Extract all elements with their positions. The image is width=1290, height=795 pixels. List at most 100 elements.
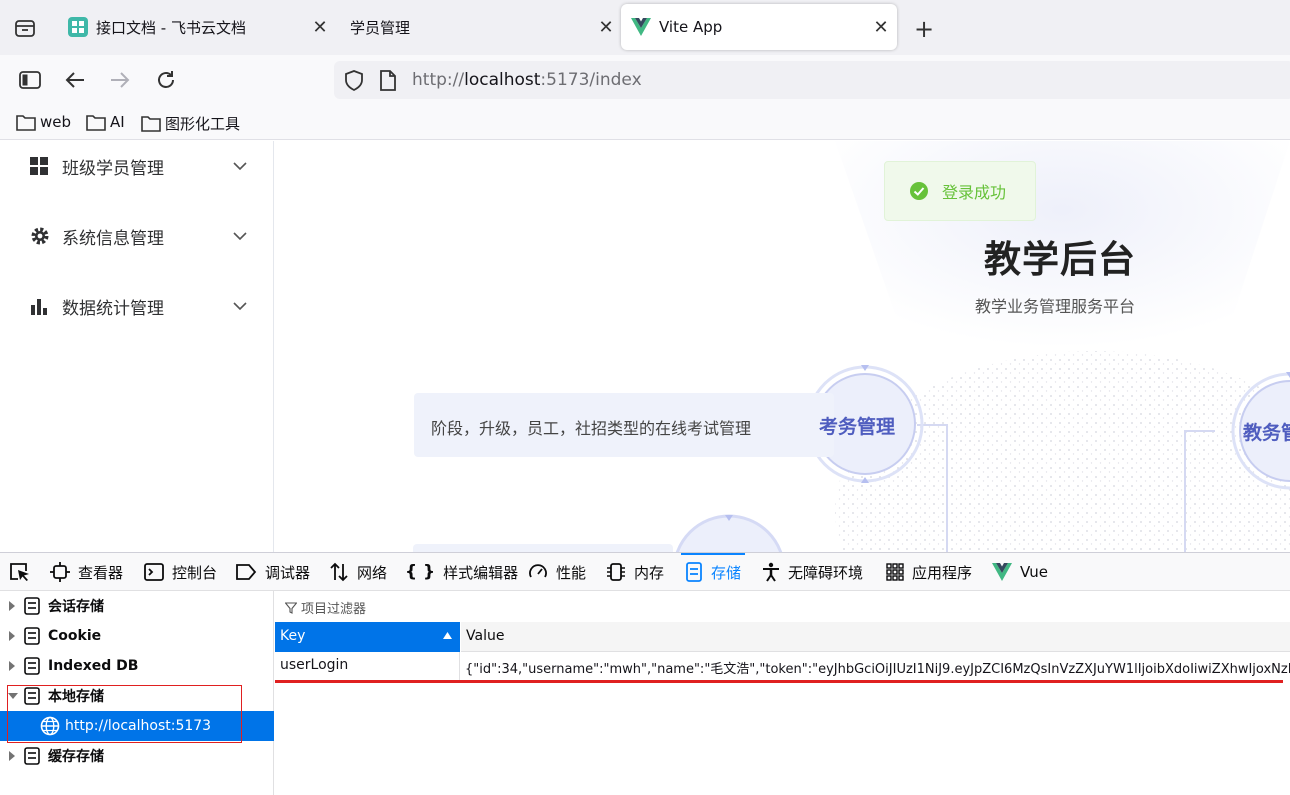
web-page: 班级学员管理 系统信息管理 数据统计管理 登录成功 教学后台 教学业务管理服务平…: [0, 141, 1290, 552]
tab-vite-app[interactable]: Vite App ✕: [621, 4, 897, 50]
toast-message: 登录成功: [942, 183, 1007, 202]
devtools-tab-label: 内存: [634, 563, 665, 582]
forward-icon[interactable]: [109, 70, 131, 90]
devtools-tab-memory[interactable]: 内存: [606, 553, 664, 591]
url-path: :5173/index: [540, 70, 642, 90]
menu-system-info[interactable]: 系统信息管理: [0, 211, 274, 261]
folder-icon: [141, 116, 161, 132]
devtools-panel: 查看器 控制台 调试器 网络 { } 样式编辑器 性能 内存 存储 无障碍环境 …: [0, 552, 1290, 795]
exam-description: 阶段，升级，员工，社招类型的在线考试管理: [431, 419, 752, 438]
style-editor-icon: { }: [405, 562, 436, 582]
side-menu: 班级学员管理 系统信息管理 数据统计管理: [0, 141, 274, 552]
filter-placeholder: 项目过滤器: [301, 602, 367, 617]
performance-icon: [529, 564, 547, 578]
devtools-tab-label: 样式编辑器: [443, 563, 519, 582]
devtools-tab-label: 性能: [556, 563, 587, 582]
bookmark-label: 图形化工具: [165, 115, 241, 133]
devtools-tab-label: 存储: [711, 563, 742, 582]
vue-logo-icon: [631, 18, 651, 36]
tab-title: Vite App: [659, 18, 723, 36]
bookmark-folder-ai[interactable]: AI: [86, 113, 125, 131]
chevron-right-icon[interactable]: [8, 661, 16, 671]
devtools-tab-style-editor[interactable]: { } 样式编辑器: [405, 553, 518, 591]
sidebar-toggle-icon[interactable]: [19, 70, 41, 90]
new-tab-button[interactable]: +: [914, 15, 934, 43]
menu-label: 系统信息管理: [62, 228, 164, 249]
menu-label: 班级学员管理: [62, 158, 164, 179]
tree-session-storage[interactable]: 会话存储: [0, 591, 274, 621]
storage-icon: [24, 627, 40, 645]
menu-label: 数据统计管理: [62, 298, 164, 319]
sort-ascending-icon: [443, 632, 452, 639]
address-bar[interactable]: http://localhost:5173/index: [334, 61, 1290, 99]
folder-icon: [86, 114, 106, 131]
filter-icon: [285, 601, 297, 614]
underline-annotation: [275, 680, 1283, 683]
devtools-tab-application[interactable]: 应用程序: [886, 553, 972, 591]
devtools-tab-debugger[interactable]: 调试器: [235, 553, 310, 591]
storage-icon: [24, 597, 40, 615]
page-info-icon[interactable]: [379, 70, 397, 91]
debugger-icon: [236, 564, 257, 580]
chevron-down-icon: [233, 231, 247, 241]
devtools-tab-inspector[interactable]: 查看器: [50, 553, 123, 591]
table-cell-value[interactable]: {"id":34,"username":"mwh","name":"毛文浩","…: [461, 652, 1290, 680]
back-icon[interactable]: [64, 70, 86, 90]
teaching-management-node[interactable]: 教务管: [1243, 418, 1290, 445]
tab-student-management[interactable]: 学员管理 ✕: [340, 4, 616, 50]
bookmark-folder-gui-tools[interactable]: 图形化工具: [141, 113, 240, 134]
devtools-tab-storage[interactable]: 存储: [680, 553, 746, 591]
page-title: 教学后台: [984, 238, 1136, 281]
chevron-down-icon: [233, 161, 247, 171]
browser-tab-strip: 接口文档 - 飞书云文档 ✕ 学员管理 ✕ Vite App ✕ +: [0, 0, 1290, 55]
chevron-right-icon[interactable]: [8, 601, 16, 611]
chevron-right-icon[interactable]: [8, 631, 16, 641]
menu-data-statistics[interactable]: 数据统计管理: [0, 281, 274, 331]
console-icon: [144, 563, 164, 581]
column-header-value[interactable]: Value: [461, 622, 1290, 652]
column-header-key[interactable]: Key: [275, 622, 460, 652]
memory-icon: [607, 563, 625, 581]
vue-logo-icon: [992, 563, 1012, 581]
devtools-tab-vue[interactable]: Vue: [992, 553, 1048, 591]
dashboard-main: 登录成功 教学后台 教学业务管理服务平台 阶段，升级，员工，社招类型的在线考试管…: [275, 141, 1290, 552]
tree-indexed-db[interactable]: Indexed DB: [0, 651, 274, 681]
url-text[interactable]: http://localhost:5173/index: [412, 70, 642, 90]
devtools-tab-label: 调试器: [265, 563, 311, 582]
filter-items-input[interactable]: 项目过滤器: [285, 598, 366, 617]
devtools-tab-label: Vue: [1020, 563, 1048, 581]
page-subtitle: 教学业务管理服务平台: [975, 297, 1136, 316]
tree-label: 会话存储: [48, 599, 104, 615]
url-scheme: http://: [412, 70, 465, 90]
shield-icon[interactable]: [344, 70, 364, 91]
reload-icon[interactable]: [155, 69, 177, 91]
storage-table: 项目过滤器 Key Value userLogin {"id":34,"user…: [275, 591, 1290, 795]
menu-class-students[interactable]: 班级学员管理: [0, 141, 274, 191]
close-icon[interactable]: ✕: [871, 17, 891, 38]
devtools-tab-performance[interactable]: 性能: [528, 553, 586, 591]
chevron-right-icon[interactable]: [8, 751, 16, 761]
background-decoration: [413, 141, 1290, 552]
tree-cookie[interactable]: Cookie: [0, 621, 274, 651]
tab-feishu-docs[interactable]: 接口文档 - 飞书云文档 ✕: [62, 4, 330, 50]
navigation-toolbar: http://localhost:5173/index: [0, 55, 1290, 105]
close-icon[interactable]: ✕: [310, 17, 330, 38]
element-picker-icon[interactable]: [9, 562, 31, 582]
devtools-tab-accessibility[interactable]: 无障碍环境: [762, 553, 863, 591]
exam-description-card: 阶段，升级，员工，社招类型的在线考试管理: [414, 393, 834, 457]
storage-icon: [686, 562, 702, 582]
tab-overview-icon[interactable]: [14, 17, 36, 39]
tree-label: Cookie: [48, 628, 102, 644]
check-circle-icon: [910, 182, 928, 200]
exam-management-node[interactable]: 考务管理: [819, 412, 895, 439]
bookmark-folder-web[interactable]: web: [16, 113, 71, 131]
cell-text: {"id":34,"username":"mwh","name":"毛文浩","…: [465, 662, 1290, 677]
url-host: localhost: [464, 70, 541, 90]
network-icon: [330, 562, 348, 582]
close-icon[interactable]: ✕: [596, 17, 616, 38]
gear-icon: [30, 226, 50, 246]
devtools-tab-network[interactable]: 网络: [329, 553, 387, 591]
devtools-tab-console[interactable]: 控制台: [144, 553, 217, 591]
tree-cache-storage[interactable]: 缓存存储: [0, 741, 274, 771]
table-cell-key[interactable]: userLogin: [275, 652, 460, 680]
